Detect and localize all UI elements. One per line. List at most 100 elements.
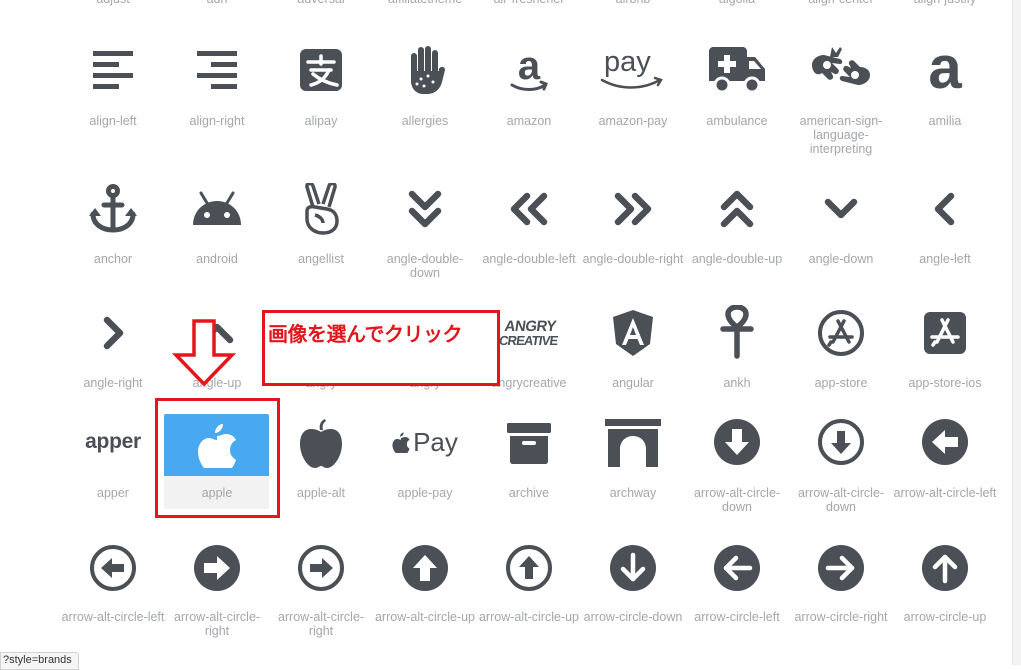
apple-pay-icon: Pay xyxy=(373,424,477,460)
icon-label: arrow-alt-circle-right xyxy=(277,610,365,638)
angellist-icon xyxy=(269,182,373,236)
arrow-circle-up-icon xyxy=(893,542,997,594)
annotation-arrow-icon xyxy=(171,318,237,388)
anchor-icon xyxy=(61,184,165,234)
icon-label: angle-right xyxy=(83,376,143,390)
icon-label: arrow-circle-up xyxy=(903,610,987,624)
icon-label: align-center xyxy=(789,0,893,6)
icon-label: arrow-circle-left xyxy=(694,610,780,624)
annotation-text: 画像を選んでクリック xyxy=(268,322,463,346)
icon-label: arrow-alt-circle-up xyxy=(478,610,580,624)
angle-left-icon xyxy=(893,184,997,234)
icon-label: ankh xyxy=(723,376,751,390)
amazon-pay-wordmark: pay xyxy=(604,46,651,78)
icon-label: android xyxy=(196,252,238,266)
icon-label: air-freshener xyxy=(477,0,581,6)
icon-label: angle-double-down xyxy=(386,252,464,280)
alipay-icon xyxy=(269,46,373,94)
icon-label: angle-down xyxy=(808,252,874,266)
angle-down-icon xyxy=(789,184,893,234)
apple-logo-icon xyxy=(392,432,410,453)
arrow-circle-down-icon xyxy=(581,542,685,594)
icon-label: amazon-pay xyxy=(598,114,668,128)
icon-label: airbnb xyxy=(581,0,685,6)
icon-label: adversal xyxy=(269,0,373,6)
icon-label: arrow-circle-right xyxy=(794,610,888,624)
angrycreative-line1: ANGRY xyxy=(503,318,557,335)
archive-icon xyxy=(477,418,581,468)
arrow-alt-circle-left-solid-icon xyxy=(893,416,997,468)
apper-wordmark: apper xyxy=(85,430,141,453)
android-icon xyxy=(165,184,269,234)
icon-label: angellist xyxy=(298,252,344,266)
arrow-circle-right-icon xyxy=(789,542,893,594)
amilia-icon: a xyxy=(893,38,997,98)
app-store-icon xyxy=(789,306,893,360)
ankh-icon xyxy=(685,304,789,360)
apple-alt-icon xyxy=(269,416,373,472)
allergies-icon xyxy=(373,44,477,96)
app-store-ios-icon xyxy=(893,306,997,360)
icon-label: angle-double-left xyxy=(482,252,576,266)
angle-right-icon xyxy=(61,308,165,358)
icon-label: alipay xyxy=(304,114,338,128)
amazon-icon: a xyxy=(477,44,581,96)
ambulance-icon xyxy=(685,44,789,96)
icon-label: arrow-alt-circle-left xyxy=(893,486,997,500)
icon-label: amazon xyxy=(506,114,552,128)
icon-label: algolia xyxy=(685,0,789,6)
american-sign-language-interpreting-icon xyxy=(789,44,893,96)
angle-double-right-icon xyxy=(581,184,685,234)
icon-label: angle-left xyxy=(919,252,971,266)
align-left-icon xyxy=(61,46,165,94)
icon-label: arrow-alt-circle-down xyxy=(693,486,781,514)
arrow-alt-circle-down-outline-icon xyxy=(789,416,893,468)
icon-label: app-store-ios xyxy=(908,376,982,390)
angle-double-down-icon xyxy=(373,184,477,234)
icon-label: archive xyxy=(508,486,550,500)
align-right-icon xyxy=(165,46,269,94)
icon-label: apper xyxy=(97,486,129,500)
arrow-alt-circle-right-solid-icon xyxy=(165,542,269,594)
icon-label: arrow-alt-circle-down xyxy=(797,486,885,514)
vertical-scrollbar[interactable] xyxy=(1012,0,1021,665)
icon-label: adn xyxy=(165,0,269,6)
icon-label: affiliatetheme xyxy=(373,0,477,6)
icon-label: angle-double-right xyxy=(582,252,684,266)
icon-label: align-justify xyxy=(893,0,997,6)
icon-label: apple-alt xyxy=(297,486,345,500)
angrycreative-line2: CREATIVE xyxy=(497,333,559,348)
icon-label: amilia xyxy=(928,114,962,128)
apper-icon: apper xyxy=(61,424,165,460)
archway-icon xyxy=(581,416,685,468)
icon-label: anchor xyxy=(93,252,133,266)
amazon-pay-icon: pay xyxy=(581,44,685,96)
arrow-alt-circle-down-solid-icon xyxy=(685,416,789,468)
apple-pay-wordmark: Pay xyxy=(413,426,458,457)
angle-double-left-icon xyxy=(477,184,581,234)
icon-label: arrow-alt-circle-right xyxy=(173,610,261,638)
icon-label: arrow-alt-circle-up xyxy=(374,610,476,624)
arrow-circle-left-icon xyxy=(685,542,789,594)
annotation-highlight-box xyxy=(155,398,280,518)
icon-label: archway xyxy=(609,486,657,500)
amilia-wordmark: a xyxy=(928,34,962,101)
icon-label: arrow-alt-circle-left xyxy=(61,610,165,624)
arrow-alt-circle-up-outline-icon xyxy=(477,542,581,594)
icon-label: angular xyxy=(612,376,654,390)
arrow-alt-circle-right-outline-icon xyxy=(269,542,373,594)
arrow-alt-circle-up-solid-icon xyxy=(373,542,477,594)
icon-label: align-left xyxy=(89,114,137,128)
arrow-alt-circle-left-outline-icon xyxy=(61,542,165,594)
icon-label: align-right xyxy=(189,114,245,128)
icon-label: allergies xyxy=(401,114,449,128)
icon-label: angle-double-up xyxy=(691,252,783,266)
angular-icon xyxy=(581,306,685,360)
status-bar-url: ?style=brands xyxy=(0,652,79,670)
icon-label: arrow-circle-down xyxy=(583,610,683,624)
icon-label: adjust xyxy=(61,0,165,6)
icon-label: apple-pay xyxy=(397,486,453,500)
svg-text:a: a xyxy=(518,45,541,88)
angle-double-up-icon xyxy=(685,184,789,234)
icon-label: app-store xyxy=(814,376,868,390)
